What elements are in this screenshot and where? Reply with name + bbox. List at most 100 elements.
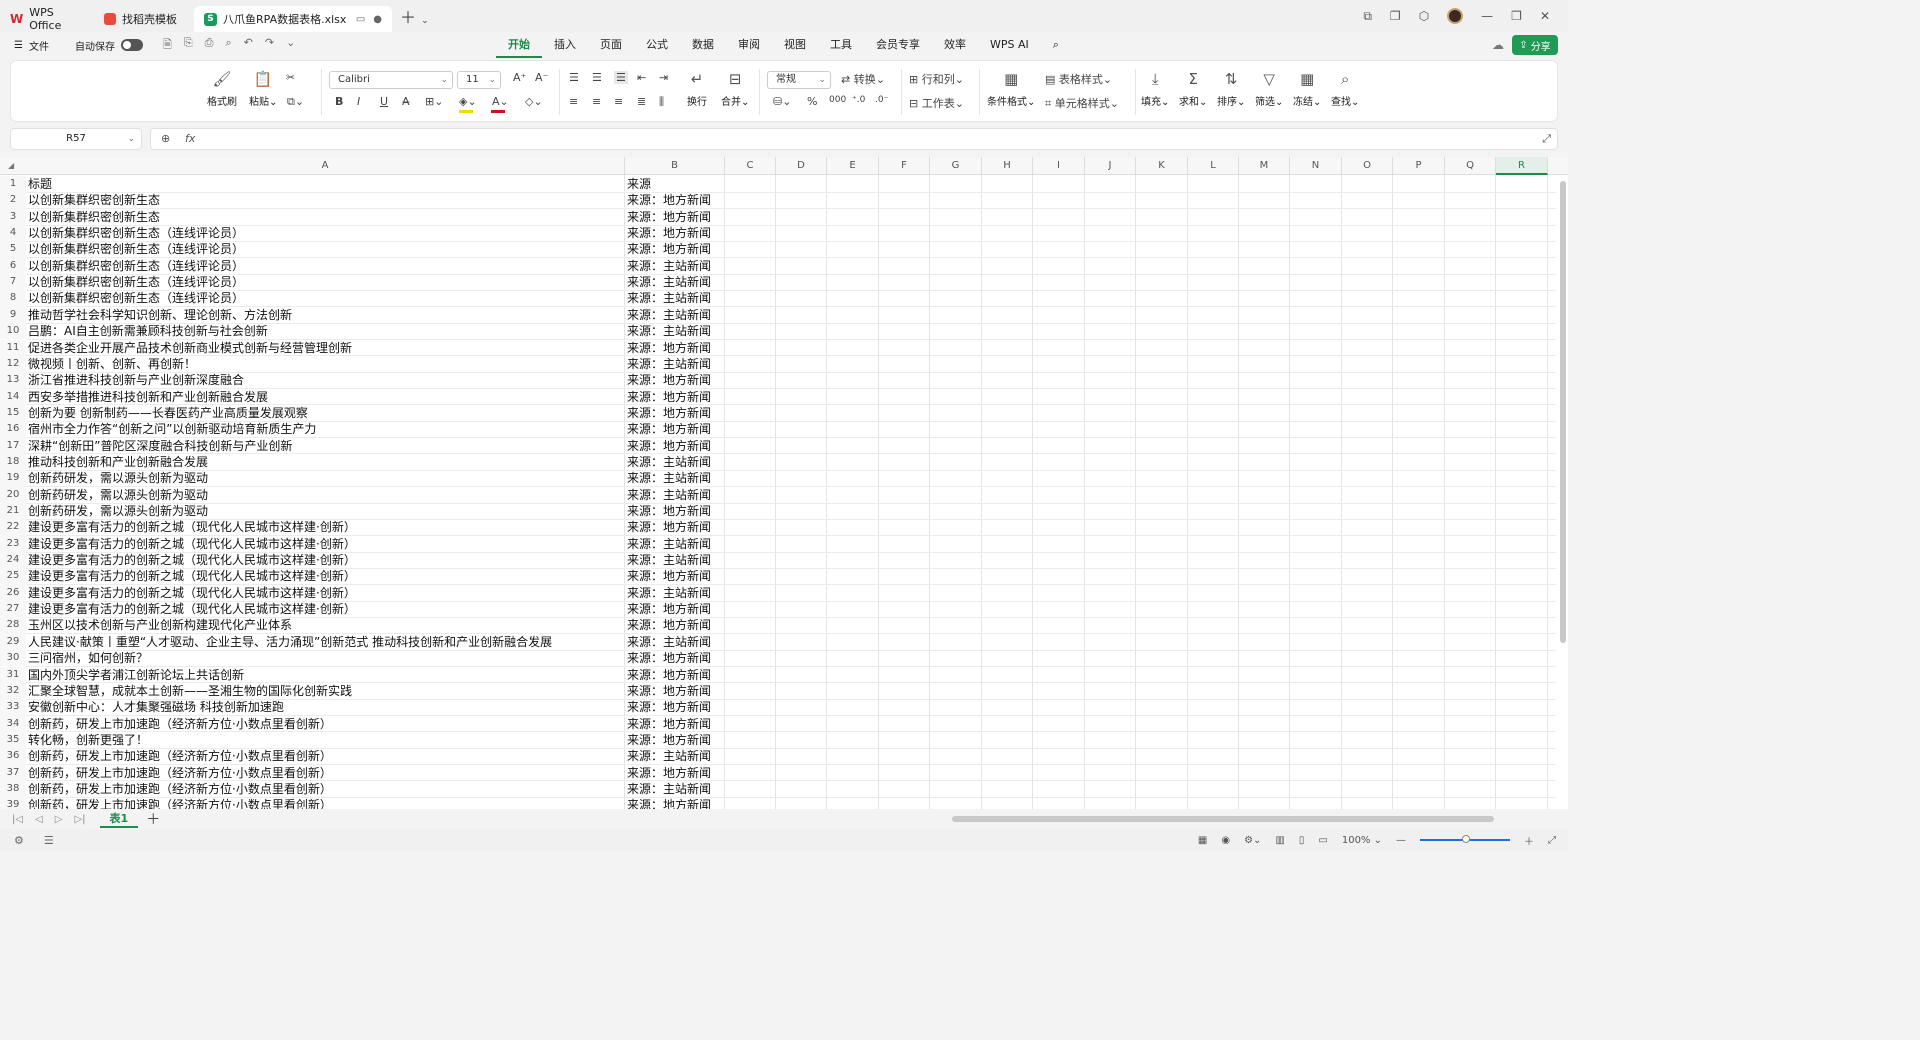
fill-color-icon[interactable]: ◈⌄ [459, 95, 477, 108]
align-right-icon[interactable]: ≡ [614, 95, 623, 108]
row-header[interactable]: 7 [0, 274, 26, 291]
cell-b[interactable]: 来源：主站新闻 [625, 356, 725, 372]
cell-b[interactable]: 来源：地方新闻 [625, 650, 725, 666]
print-preview-icon[interactable]: ⌕ [225, 36, 231, 55]
row-header[interactable]: 11 [0, 339, 26, 356]
row-header[interactable]: 27 [0, 601, 26, 618]
row-header[interactable]: 14 [0, 388, 26, 405]
row-header[interactable]: 5 [0, 241, 26, 258]
cell-b[interactable]: 来源：主站新闻 [625, 781, 725, 797]
strikethrough-icon[interactable]: A̶ [402, 95, 410, 108]
cell-b[interactable]: 来源：主站新闻 [625, 290, 725, 306]
next-sheet-icon[interactable]: ▷ [55, 814, 63, 825]
currency-icon[interactable]: ⛁⌄ [773, 95, 791, 108]
align-left-icon[interactable]: ≡ [569, 95, 578, 108]
column-header-n[interactable]: N [1290, 157, 1342, 175]
row-header[interactable]: 12 [0, 355, 26, 373]
bold-button[interactable]: B [335, 95, 343, 108]
expand-formula-icon[interactable]: ⤢ [1542, 132, 1551, 146]
cell-a[interactable]: 创新药，研发上市加速跑（经济新方位·小数点里看创新） [26, 716, 625, 732]
cell-b[interactable]: 来源：地方新闻 [625, 683, 725, 699]
column-header-i[interactable]: I [1033, 157, 1085, 175]
increase-font-icon[interactable]: A⁺ [513, 71, 526, 84]
add-sheet-button[interactable]: ＋ [146, 809, 160, 829]
column-header-g[interactable]: G [930, 157, 982, 175]
autosave-toggle[interactable] [120, 39, 143, 51]
row-header[interactable]: 22 [0, 519, 26, 536]
font-color-icon[interactable]: A⌄ [492, 95, 509, 108]
fullscreen-icon[interactable]: ⤢ [1548, 835, 1556, 846]
row-header[interactable]: 24 [0, 552, 26, 569]
copy-icon[interactable]: ⧉⌄ [287, 95, 304, 109]
sheet-list-icon[interactable]: ☰ [44, 834, 54, 847]
cloud-sync-icon[interactable]: ☁ [1492, 38, 1504, 52]
row-header[interactable]: 9 [0, 306, 26, 324]
cell-b[interactable]: 来源：地方新闻 [625, 340, 725, 356]
zoom-formula-icon[interactable]: ⊕ [161, 132, 170, 145]
page-break-icon[interactable]: ▭ [1318, 835, 1327, 846]
row-header[interactable]: 18 [0, 453, 26, 471]
eye-protect-icon[interactable]: ◉ [1221, 835, 1230, 846]
print-icon[interactable]: ⎙ [205, 36, 214, 55]
unsaved-dot-icon[interactable]: ● [373, 14, 382, 25]
menu-tab-0[interactable]: 开始 [496, 32, 542, 58]
thousands-button[interactable]: 000 [829, 95, 846, 105]
find-button[interactable]: ⌕ 查找⌄ [1331, 69, 1359, 108]
cube-icon[interactable]: ⬡ [1419, 9, 1429, 23]
indent-decrease-icon[interactable]: ⇤ [637, 71, 646, 84]
spreadsheet-grid[interactable]: ◢ ABCDEFGHIJKLMNOPQR 1 标题 来源 2 以创新集群织密创新生态 来源… [0, 157, 1568, 809]
cell-a[interactable]: 创新药，研发上市加速跑（经济新方位·小数点里看创新） [26, 781, 625, 797]
cell-a[interactable]: 以创新集群织密创新生态 [26, 209, 625, 225]
tab-daoke-templates[interactable]: 找稻壳模板 [94, 6, 194, 32]
cell-b[interactable]: 来源：地方新闻 [625, 503, 725, 519]
restore-icon[interactable]: ❐ [1511, 9, 1522, 23]
row-header[interactable]: 1 [0, 176, 26, 193]
page-layout-icon[interactable]: ▯ [1299, 835, 1305, 846]
column-header-l[interactable]: L [1188, 157, 1239, 175]
undo-icon[interactable]: ↶ [244, 36, 253, 55]
cell-b[interactable]: 来源：地方新闻 [625, 438, 725, 454]
menu-tab-2[interactable]: 页面 [588, 32, 634, 58]
menu-tab-6[interactable]: 视图 [772, 32, 818, 58]
cell-a[interactable]: 创新药研发，需以源头创新为驱动 [26, 487, 625, 503]
cell-a[interactable]: 以创新集群织密创新生态（连线评论员） [26, 290, 625, 306]
conditional-format-button[interactable]: ▦ 条件格式⌄ [987, 69, 1035, 108]
name-box[interactable]: R57 ⌄ [10, 128, 142, 150]
row-header[interactable]: 31 [0, 666, 26, 683]
cell-a[interactable]: 创新药研发，需以源头创新为驱动 [26, 470, 625, 486]
row-header[interactable]: 39 [0, 797, 26, 809]
cell-a[interactable]: 促进各类企业开展产品技术创新商业模式创新与经营管理创新 [26, 340, 625, 356]
row-header[interactable]: 13 [0, 372, 26, 389]
cell-b[interactable]: 来源：地方新闻 [625, 699, 725, 715]
cell-a[interactable]: 建设更多富有活力的创新之城（现代化人民城市这样建·创新） [26, 536, 625, 552]
column-header-j[interactable]: J [1085, 157, 1136, 175]
sheet-tab-1[interactable]: 表1 [99, 810, 139, 828]
row-header[interactable]: 26 [0, 584, 26, 602]
increase-decimal-icon[interactable]: ⁺.0 [852, 95, 865, 105]
cell-b[interactable]: 来源：主站新闻 [625, 323, 725, 339]
row-header[interactable]: 19 [0, 470, 26, 487]
underline-button[interactable]: U [380, 95, 388, 108]
row-header[interactable]: 2 [0, 192, 26, 209]
cell-b[interactable]: 来源：地方新闻 [625, 225, 725, 241]
row-header[interactable]: 17 [0, 437, 26, 454]
number-format-select[interactable]: 常规 ⌄ [767, 71, 831, 89]
paste-button[interactable]: 📋 粘贴⌄ [249, 69, 277, 108]
cell-b[interactable]: 来源：地方新闻 [625, 617, 725, 633]
cell-b[interactable]: 来源：地方新闻 [625, 716, 725, 732]
macro-icon[interactable]: ⚙ [14, 834, 24, 847]
file-menu[interactable]: 文件 [29, 38, 49, 53]
menu-tab-10[interactable]: WPS AI [978, 32, 1041, 58]
menu-tab-8[interactable]: 会员专享 [864, 32, 932, 58]
cell-a[interactable]: 建设更多富有活力的创新之城（现代化人民城市这样建·创新） [26, 601, 625, 617]
cell-a[interactable]: 汇聚全球智慧，成就本土创新——圣湘生物的国际化创新实践 [26, 683, 625, 699]
cell-b[interactable]: 来源：地方新闻 [625, 192, 725, 208]
hamburger-icon[interactable]: ☰ [14, 40, 23, 51]
cell-b[interactable]: 来源 [625, 176, 725, 192]
column-header-c[interactable]: C [725, 157, 776, 175]
cell-b[interactable]: 来源：地方新闻 [625, 519, 725, 535]
cell-a[interactable]: 标题 [26, 176, 625, 192]
column-header-p[interactable]: P [1393, 157, 1445, 175]
menu-tab-7[interactable]: 工具 [818, 32, 864, 58]
wrap-text-button[interactable]: ↵ 换行 [687, 69, 707, 108]
